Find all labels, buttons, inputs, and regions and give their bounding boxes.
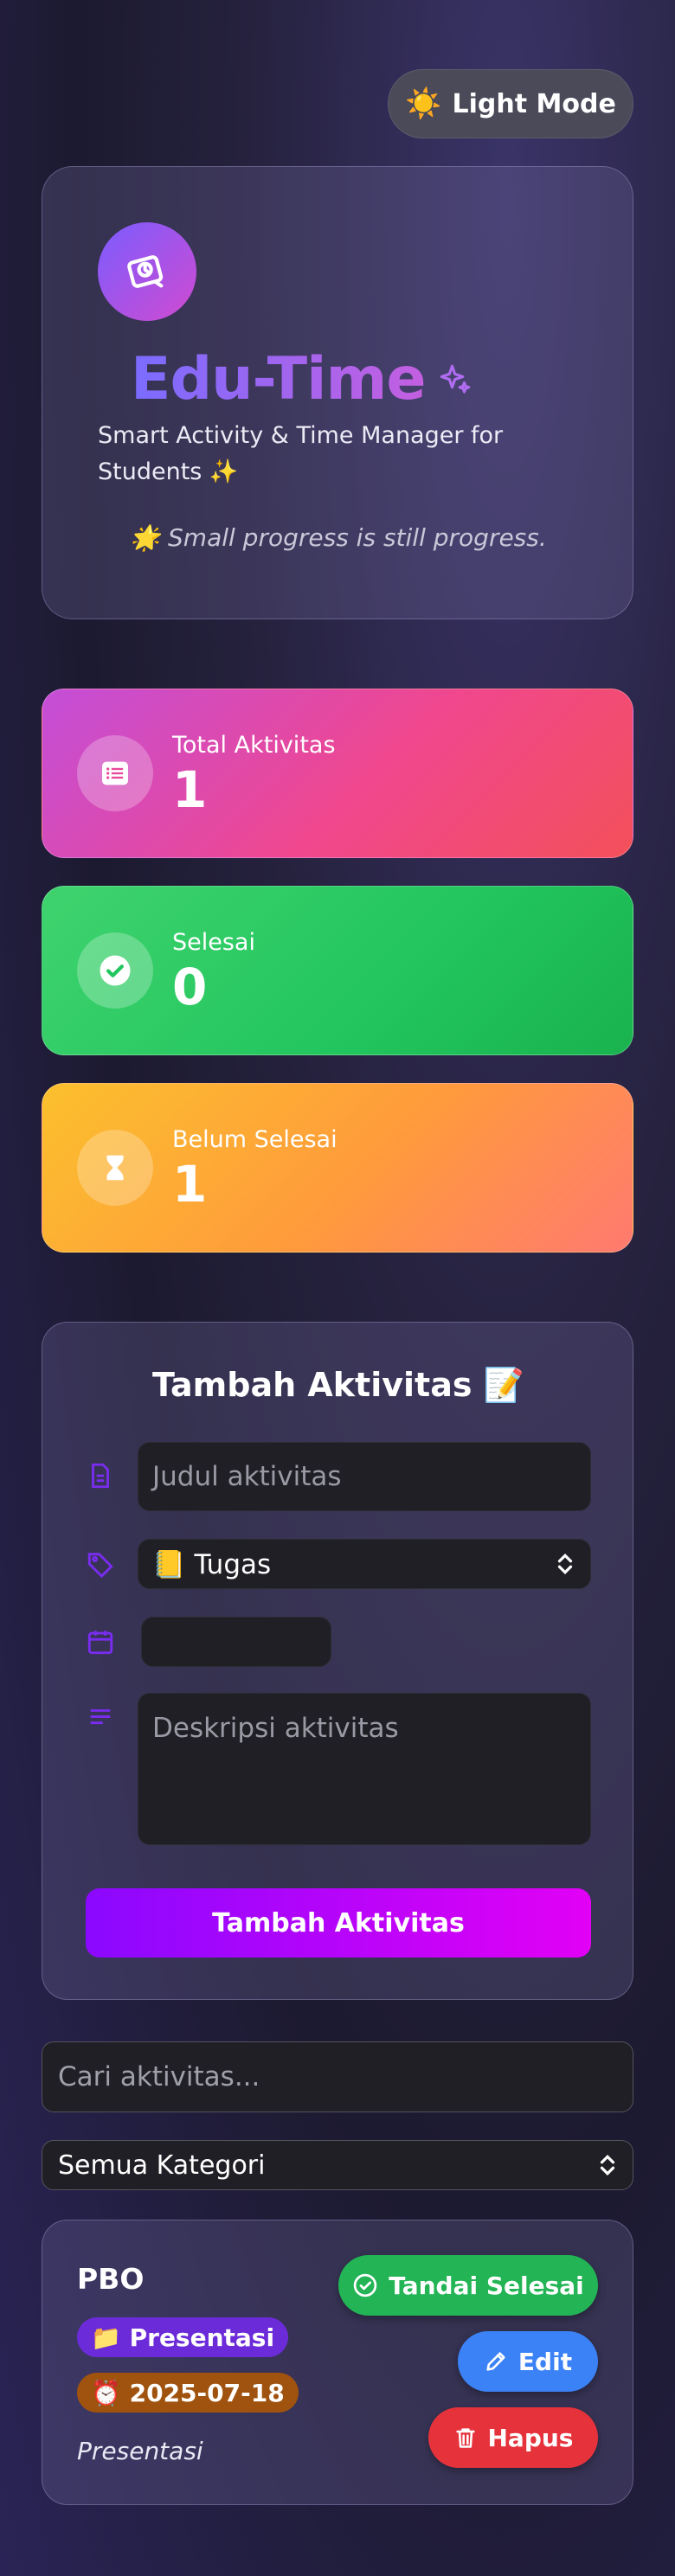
quote-text: Small progress is still progress. (168, 523, 547, 552)
theme-toggle-button[interactable]: ☀️ Light Mode (388, 69, 633, 138)
calendar-icon (87, 1631, 113, 1655)
app-tagline: Smart Activity & Time Manager for Studen… (98, 422, 504, 485)
select-arrows-icon (600, 2154, 615, 2176)
description-textarea[interactable]: Deskripsi aktivitas (138, 1693, 591, 1845)
stat-done-value: 0 (172, 957, 208, 1016)
stat-done-card: Selesai 0 (42, 886, 633, 1055)
theme-toggle-label: Light Mode (452, 88, 616, 119)
form-title: Tambah Aktivitas 📝 (151, 1366, 525, 1404)
stat-open-card: Belum Selesai 1 (42, 1083, 633, 1253)
app-logo (98, 222, 196, 321)
category-select[interactable]: 📒 Tugas (138, 1539, 591, 1589)
list-icon (77, 735, 153, 811)
text-align-icon (90, 1709, 111, 1725)
stat-open-label: Belum Selesai (172, 1125, 338, 1153)
clock-icon (127, 255, 164, 288)
date-input[interactable] (141, 1617, 331, 1667)
filter-value: Semua Kategori (58, 2150, 266, 2181)
star-icon: 🌟 (130, 523, 161, 552)
edit-label: Edit (518, 2347, 573, 2376)
stat-open-value: 1 (172, 1154, 208, 1214)
stat-total-label: Total Aktivitas (172, 731, 336, 759)
delete-button[interactable]: Hapus (428, 2407, 598, 2468)
header-card: Edu-Time Smart Activity & Time Manager f… (42, 166, 633, 619)
date-badge: ⏰ 2025-07-18 (77, 2373, 299, 2413)
tag-icon (87, 1553, 113, 1579)
mark-done-label: Tandai Selesai (389, 2271, 584, 2300)
trash-icon (455, 2428, 475, 2448)
motivation-quote: 🌟 Small progress is still progress. (42, 523, 634, 552)
check-circle-icon (353, 2273, 377, 2297)
sparkle-icon (440, 364, 471, 394)
pencil-icon (486, 2352, 505, 2371)
search-input[interactable]: Cari aktivitas... (42, 2041, 633, 2112)
document-icon (92, 1463, 109, 1489)
sun-icon: ☀️ (405, 87, 442, 121)
category-filter-select[interactable]: Semua Kategori (42, 2140, 633, 2190)
stat-total-value: 1 (172, 759, 208, 819)
select-arrows-icon (557, 1553, 573, 1575)
add-activity-form: Tambah Aktivitas 📝 Judul aktivitas 📒 Tug… (42, 1322, 633, 2000)
delete-label: Hapus (487, 2423, 574, 2452)
activity-title: PBO (77, 2262, 145, 2296)
add-activity-button[interactable]: Tambah Aktivitas (86, 1888, 591, 1958)
check-circle-icon (77, 932, 153, 1009)
activity-title-input[interactable]: Judul aktivitas (138, 1442, 591, 1511)
stat-total-card: Total Aktivitas 1 (42, 689, 633, 858)
activity-card: PBO 📁 Presentasi ⏰ 2025-07-18 Presentasi… (42, 2220, 633, 2505)
app-title: Edu-Time (131, 345, 426, 413)
hourglass-icon (77, 1130, 153, 1206)
brand-row: Edu-Time (131, 345, 473, 413)
category-select-value: 📒 Tugas (152, 1548, 272, 1580)
category-badge: 📁 Presentasi (77, 2317, 289, 2357)
mark-done-button[interactable]: Tandai Selesai (338, 2255, 598, 2316)
stat-done-label: Selesai (172, 928, 255, 956)
edit-button[interactable]: Edit (458, 2331, 598, 2392)
activity-description: Presentasi (77, 2437, 203, 2465)
